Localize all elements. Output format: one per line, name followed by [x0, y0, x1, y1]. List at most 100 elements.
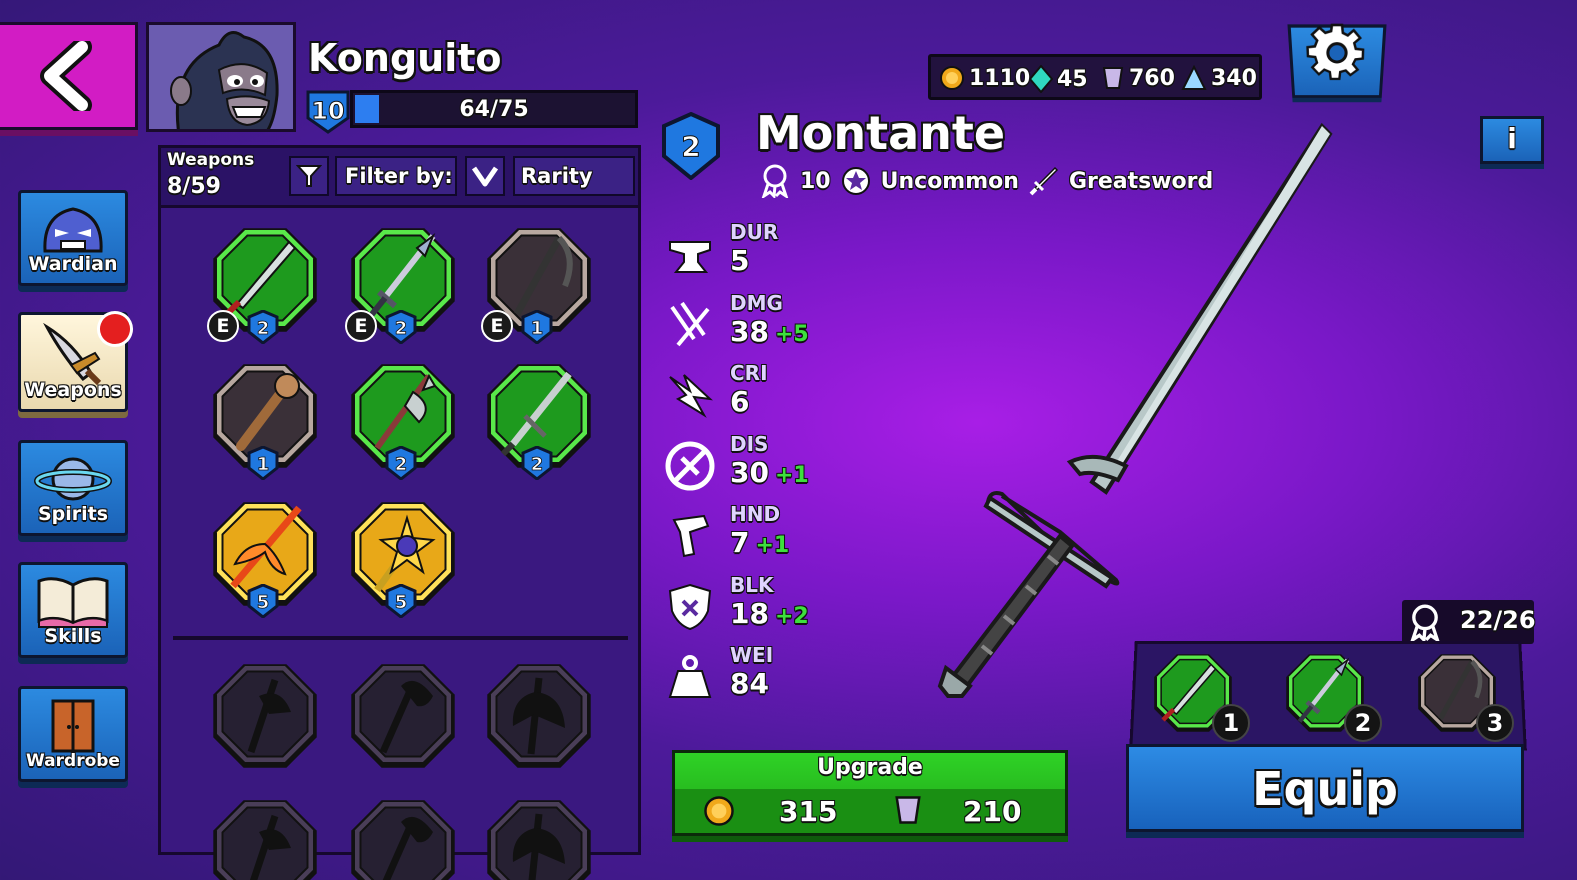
mastery-ribbon-icon: [1410, 604, 1440, 642]
filter-button[interactable]: [289, 156, 329, 196]
weapons-count: 8/59: [167, 174, 221, 199]
gold-currency: 1110: [939, 65, 1030, 91]
nav-item-wardrobe[interactable]: Wardrobe: [18, 686, 128, 782]
stat-bonus: +1: [755, 533, 790, 558]
weapon-slot[interactable]: 5: [205, 494, 325, 618]
nav-item-skills[interactable]: Skills: [18, 562, 128, 658]
stat-value-row: 18 +2: [730, 597, 809, 630]
stat-row-blk: BLK 18 +2: [664, 573, 864, 637]
player-avatar[interactable]: [146, 22, 296, 132]
loadout-slot-number: 2: [1344, 704, 1382, 742]
funnel-icon: [296, 165, 322, 187]
currency-bar: 1110 45 760 340: [928, 54, 1262, 100]
stat-bonus: +1: [774, 462, 809, 488]
loadout-count: 22/26: [1402, 600, 1536, 644]
slash-icon: [670, 301, 710, 346]
info-button[interactable]: i: [1480, 116, 1544, 164]
back-arrow-icon: [39, 41, 92, 111]
weapon-level-text: 2: [257, 318, 270, 339]
gold-amount: 1110: [969, 65, 1031, 91]
loadout-slot[interactable]: 2: [1280, 648, 1382, 744]
stat-row-wei: WEI 84: [664, 643, 864, 707]
stat-value-row: 38 +5: [730, 315, 809, 348]
stat-value: 30: [730, 455, 769, 489]
inventory-divider: [173, 636, 628, 640]
weapon-level-badge: 1: [247, 446, 279, 480]
stat-label: HND: [730, 502, 781, 526]
weapon-slot[interactable]: 5: [343, 494, 463, 618]
stat-row-cri: CRI 6: [664, 361, 864, 425]
weapon-level-badge: 2: [385, 310, 417, 344]
crystals-amount: 760: [1129, 65, 1175, 91]
stat-bonus: +2: [774, 603, 809, 629]
nav-item-wardian[interactable]: Wardian: [18, 190, 128, 286]
locked-weapon-slot[interactable]: [479, 792, 599, 880]
handling-icon: [672, 514, 710, 558]
anvil-icon: [669, 241, 711, 273]
weapon-level-text: 2: [395, 318, 408, 339]
locked-weapon-slot[interactable]: [479, 656, 599, 776]
shield-icon: [668, 583, 712, 630]
filter-value[interactable]: Rarity: [513, 156, 635, 196]
info-icon: i: [1507, 122, 1517, 155]
gems-currency: 45: [1029, 65, 1088, 93]
wardrobe-icon: [51, 699, 95, 753]
weapon-level-badge: 2: [385, 446, 417, 480]
equipped-badge: E: [345, 310, 377, 342]
locked-weapon-slot[interactable]: [343, 656, 463, 776]
rarity-star-icon: [841, 167, 870, 195]
nav-item-weapons[interactable]: Weapons: [18, 305, 139, 412]
mastery-ribbon-icon: [761, 164, 789, 198]
weapon-slot[interactable]: 1: [205, 356, 325, 480]
stat-label: CRI: [730, 361, 768, 385]
crystals-currency: 760: [1101, 65, 1175, 91]
nav-label-weapons: Weapons: [24, 379, 122, 401]
gold-coin-icon: [940, 66, 964, 90]
back-button[interactable]: [0, 22, 138, 130]
crystal-icon: [895, 796, 921, 824]
equip-button[interactable]: Equip: [1126, 744, 1524, 832]
stat-row-dmg: DMG 38 +5: [664, 291, 864, 355]
stat-value-row: 7 +1: [730, 526, 789, 559]
weapon-level-badge: 5: [385, 584, 417, 618]
weapon-level-badge: 2: [662, 112, 720, 180]
crystal-icon: [1102, 67, 1124, 89]
loadout-slot[interactable]: 3: [1412, 648, 1514, 744]
upgrade-label: Upgrade: [817, 755, 923, 780]
weapons-count-label: Weapons: [167, 150, 255, 170]
loadout-slot[interactable]: 1: [1148, 648, 1250, 744]
stat-label: BLK: [730, 572, 774, 597]
upgrade-costs: 315 210: [675, 789, 1065, 833]
weapon-slot[interactable]: 2E: [205, 220, 325, 344]
disarm-icon: [665, 441, 715, 490]
weapon-slot[interactable]: 2E: [343, 220, 463, 344]
player-level-text: 10: [311, 97, 344, 125]
weapon-slot[interactable]: 2: [343, 356, 463, 480]
locked-weapon-slot[interactable]: [343, 792, 463, 880]
equipped-badge: E: [481, 310, 513, 342]
stat-value-row: 84: [730, 667, 769, 700]
weight-icon: [668, 655, 712, 698]
weapon-level-badge: 2: [521, 446, 553, 480]
weapon-level-badge: 2: [247, 310, 279, 344]
settings-button[interactable]: [1287, 24, 1387, 98]
stat-label: DMG: [730, 290, 783, 315]
shards-amount: 340: [1211, 65, 1257, 91]
xp-progress-bar: 64/75: [350, 90, 638, 128]
filter-dropdown-button[interactable]: [465, 156, 505, 196]
stat-label: WEI: [730, 643, 774, 667]
nav-label-skills: Skills: [44, 625, 102, 647]
weapon-level-text: 2: [531, 454, 544, 475]
weapon-slot[interactable]: 2: [479, 356, 599, 480]
weapon-slot[interactable]: 1E: [479, 220, 599, 344]
nav-item-spirits[interactable]: Spirits: [18, 440, 128, 536]
loadout-count-text: 22/26: [1460, 606, 1536, 634]
locked-weapon-slot[interactable]: [205, 656, 325, 776]
equipped-badge: E: [207, 310, 239, 342]
upgrade-button[interactable]: Upgrade 315 210: [672, 750, 1068, 836]
stat-value: 6: [730, 385, 750, 418]
weapon-level-text: 1: [257, 454, 270, 475]
xp-text: 64/75: [459, 97, 529, 122]
upgrade-gold-cost: 315: [779, 795, 838, 828]
locked-weapon-slot[interactable]: [205, 792, 325, 880]
